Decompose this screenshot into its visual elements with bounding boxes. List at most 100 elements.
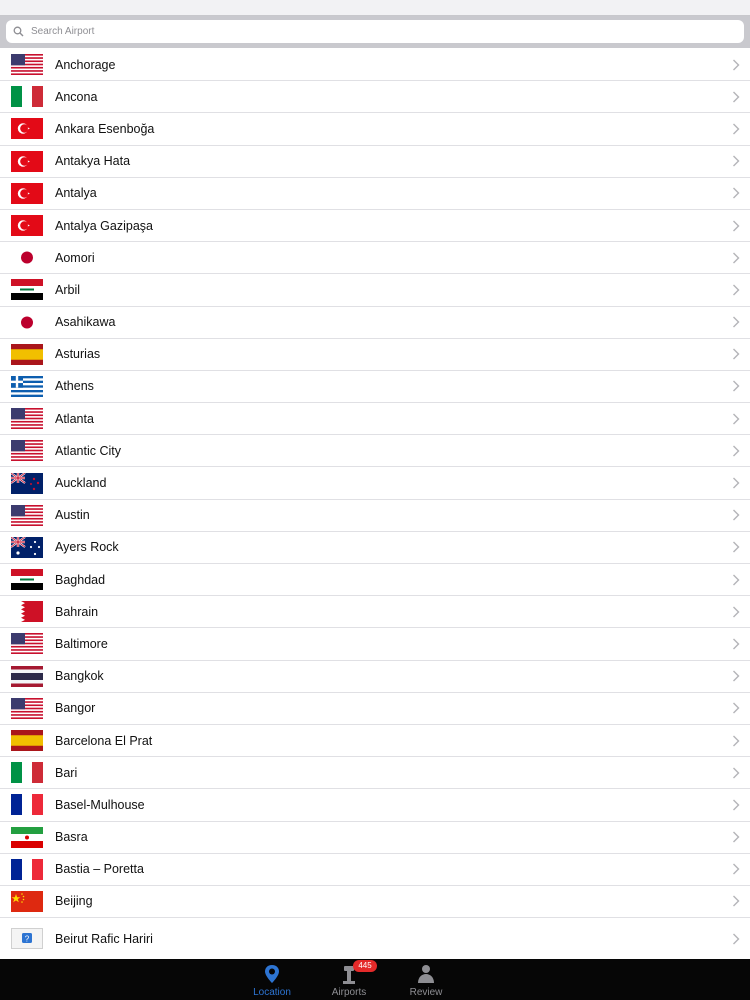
search-placeholder: Search Airport (31, 26, 95, 37)
airport-row[interactable]: Barcelona El Prat (0, 725, 750, 758)
flag-jp-icon (11, 311, 43, 333)
flag-unknown-icon: ? (11, 928, 43, 950)
airport-name: Anchorage (55, 57, 116, 72)
chevron-right-icon (733, 933, 740, 945)
airport-row[interactable]: Baghdad (0, 564, 750, 597)
airport-name: Basra (55, 830, 88, 845)
tab-review-label: Review (409, 987, 443, 998)
flag-us-icon (11, 440, 43, 462)
chevron-right-icon (733, 541, 740, 553)
chevron-right-icon (733, 863, 740, 875)
airport-row[interactable]: Auckland (0, 467, 750, 500)
airport-row[interactable]: Aomori (0, 242, 750, 275)
chevron-right-icon (733, 477, 740, 489)
flag-gr-icon (11, 375, 43, 397)
airport-row[interactable]: Atlanta (0, 403, 750, 436)
chevron-right-icon (733, 606, 740, 618)
airport-row[interactable]: Basel-Mulhouse (0, 789, 750, 822)
chevron-right-icon (733, 445, 740, 457)
flag-ir-icon (11, 826, 43, 848)
airport-name: Aomori (55, 250, 95, 265)
flag-tr-icon (11, 215, 43, 237)
chevron-right-icon (733, 187, 740, 199)
chevron-right-icon (733, 670, 740, 682)
flag-fr-icon (11, 794, 43, 816)
airport-row[interactable]: Baltimore (0, 628, 750, 661)
tab-location-label: Location (253, 987, 291, 998)
airport-row[interactable]: Bangkok (0, 661, 750, 693)
chevron-right-icon (733, 767, 740, 779)
airport-row[interactable]: Asturias (0, 339, 750, 371)
search-icon (13, 25, 27, 39)
airport-row[interactable]: Ayers Rock (0, 532, 750, 564)
airport-row[interactable]: Arbil (0, 274, 750, 307)
airport-name: Basel-Mulhouse (55, 797, 145, 812)
flag-us-icon (11, 504, 43, 526)
airport-name: Antalya (55, 186, 97, 201)
search-input[interactable]: Search Airport (6, 20, 744, 43)
airport-name: Baltimore (55, 636, 108, 651)
chevron-right-icon (733, 316, 740, 328)
tab-airports[interactable]: 445 Airports (309, 959, 389, 1000)
airport-name: Beijing (55, 894, 93, 909)
airport-list: Anchorage Ancona Ankara Esenboğa Antakya Ha… (0, 49, 750, 959)
chevron-right-icon (733, 574, 740, 586)
flag-tr-icon (11, 150, 43, 172)
airport-row[interactable]: Austin (0, 500, 750, 532)
airport-name: Atlanta (55, 411, 94, 426)
airport-row[interactable]: Ancona (0, 81, 750, 114)
chevron-right-icon (733, 380, 740, 392)
airport-row[interactable]: Antakya Hata (0, 146, 750, 178)
tab-review[interactable]: Review (386, 959, 466, 1000)
chevron-right-icon (733, 702, 740, 714)
airport-name: Beirut Rafic Hariri (55, 931, 153, 946)
status-strip (0, 0, 750, 16)
airport-name: Baghdad (55, 572, 106, 587)
airport-name: Ayers Rock (55, 540, 119, 555)
airport-name: Antalya Gazipaşa (55, 218, 153, 233)
airport-name: Ancona (55, 89, 98, 104)
airport-name: Ankara Esenboğa (55, 121, 155, 136)
airport-row[interactable]: Bari (0, 757, 750, 790)
airport-name: Barcelona El Prat (55, 733, 153, 748)
flag-it-icon (11, 762, 43, 784)
airport-name: Auckland (55, 476, 107, 491)
chevron-right-icon (733, 91, 740, 103)
flag-bh-icon (11, 601, 43, 623)
airport-row[interactable]: Basra (0, 822, 750, 854)
airport-row[interactable]: Bahrain (0, 596, 750, 629)
tab-airports-label: Airports (331, 987, 367, 998)
chevron-right-icon (733, 509, 740, 521)
airport-row[interactable]: Atlantic City (0, 435, 750, 468)
chevron-right-icon (733, 252, 740, 264)
chevron-right-icon (733, 895, 740, 907)
flag-us-icon (11, 408, 43, 430)
airport-row[interactable]: Anchorage (0, 49, 750, 82)
chevron-right-icon (733, 123, 740, 135)
airport-name: Bastia – Poretta (55, 862, 144, 877)
airport-row[interactable]: Beijing (0, 886, 750, 919)
airport-row[interactable]: Asahikawa (0, 307, 750, 339)
airport-row[interactable]: Athens (0, 371, 750, 404)
location-pin-icon (261, 963, 283, 985)
chevron-right-icon (733, 735, 740, 747)
flag-tr-icon (11, 118, 43, 140)
airport-row[interactable]: Bastia – Poretta (0, 854, 750, 886)
airport-row[interactable]: Bangor (0, 693, 750, 725)
flag-es-icon (11, 730, 43, 752)
airport-row[interactable]: Ankara Esenboğa (0, 113, 750, 146)
flag-cn-icon (11, 890, 43, 912)
airport-name: Bari (55, 765, 78, 780)
flag-us-icon (11, 633, 43, 655)
chevron-right-icon (733, 799, 740, 811)
flag-fr-icon (11, 858, 43, 880)
flag-nz-icon (11, 472, 43, 494)
airport-name: Athens (55, 379, 94, 394)
chevron-right-icon (733, 413, 740, 425)
airport-row[interactable]: ? Beirut Rafic Hariri (0, 918, 750, 959)
tab-location[interactable]: Location (232, 959, 312, 1000)
airport-row[interactable]: Antalya (0, 178, 750, 210)
chevron-right-icon (733, 220, 740, 232)
airport-row[interactable]: Antalya Gazipaşa (0, 210, 750, 243)
airport-name: Bangor (55, 701, 96, 716)
